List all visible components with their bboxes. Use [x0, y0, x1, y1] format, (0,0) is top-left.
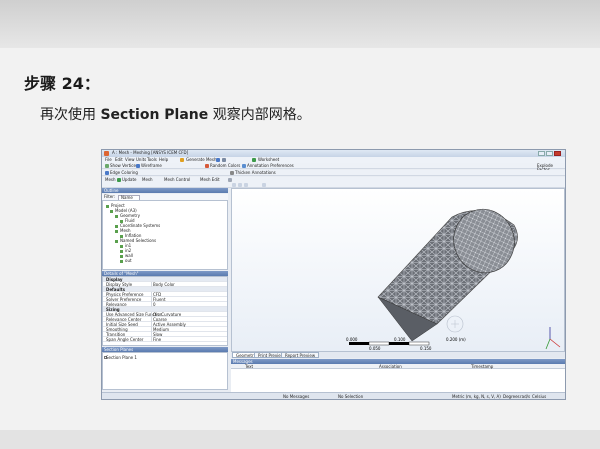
view-tool-icon[interactable]: [238, 183, 242, 187]
menu-units[interactable]: Units: [136, 158, 146, 162]
outline-title: Outline: [104, 188, 119, 193]
selection-icon: [120, 244, 123, 248]
status-bar: No Messages No Selection Metric (m, kg, …: [102, 392, 565, 399]
instruction-text-end: 观察内部网格。: [208, 107, 311, 123]
worksheet-button[interactable]: Worksheet: [258, 158, 279, 162]
meshing-app-window: A : Mesh - Meshing [ANSYS ICEM CFD] File…: [101, 149, 566, 400]
annotation-preferences-button[interactable]: Annotation Preferences: [247, 164, 294, 168]
menu-help[interactable]: Help: [159, 158, 168, 162]
messages-list[interactable]: [231, 369, 565, 392]
wireframe-button[interactable]: Wireframe: [141, 164, 162, 168]
outline-tree: Project Model (A3) Geometry Fluid Coordi…: [102, 200, 228, 270]
close-button[interactable]: [554, 151, 561, 156]
mesh-model-view: 0.000 0.100 0.200 (m) 0.050 0.150: [346, 208, 561, 351]
view-tool-icon[interactable]: [232, 183, 236, 187]
scale-tick: 0.050: [369, 346, 381, 351]
toolbar-display: Show Vertices Wireframe Random Colors An…: [102, 163, 565, 172]
column-divider: [151, 337, 152, 342]
step-heading: 步骤 24：: [24, 74, 100, 93]
random-colors-icon: [205, 164, 209, 168]
print-icon[interactable]: [222, 158, 226, 162]
status-messages[interactable]: No Messages: [283, 395, 309, 399]
details-grid: Display Display Style Body Color Defaults…: [102, 276, 228, 346]
menu-view[interactable]: View: [125, 158, 135, 162]
scale-tick: 0.150: [420, 346, 432, 351]
toolbar-edges: Edge Coloring Thicken Annotations: [102, 170, 565, 176]
status-angle-units: Degrees: [503, 394, 520, 399]
filter-label: Filter:: [104, 194, 116, 199]
title-bar: A : Mesh - Meshing [ANSYS ICEM CFD]: [102, 150, 565, 157]
section-plane-item[interactable]: Section Plane 1: [106, 356, 137, 360]
graphics-viewport[interactable]: 0.000 0.100 0.200 (m) 0.050 0.150: [231, 188, 565, 352]
status-rate-units: rad/s: [520, 394, 531, 399]
maximize-button[interactable]: [546, 151, 553, 156]
generate-mesh-icon: [180, 158, 184, 162]
thicken-annotations-button[interactable]: Thicken Annotations: [235, 171, 276, 175]
minimize-button[interactable]: [538, 151, 545, 156]
camera-icon[interactable]: [216, 158, 220, 162]
menu-file[interactable]: File: [105, 158, 112, 162]
crosshair-icon: [451, 320, 459, 328]
selection-icon: [120, 259, 123, 263]
coordinate-icon: [115, 224, 118, 228]
step-instruction: 再次使用 Section Plane 观察内部网格。: [40, 104, 311, 124]
view-tool-icon[interactable]: [262, 183, 266, 187]
random-colors-button[interactable]: Random Colors: [210, 164, 240, 168]
app-icon: [104, 151, 109, 156]
details-key: Span Angle Center: [106, 337, 144, 342]
tab-report-preview[interactable]: Report Preview: [281, 352, 320, 358]
status-selection: No Selection: [338, 394, 364, 399]
status-temp-units: Celsius: [532, 394, 547, 399]
wireframe-icon: [136, 164, 140, 168]
menu-tools[interactable]: Tools: [147, 158, 157, 162]
instruction-text-start: 再次使用: [40, 107, 101, 123]
annotation-icon: [242, 164, 246, 168]
project-icon: [106, 204, 109, 208]
show-vertices-button[interactable]: Show Vertices: [110, 164, 138, 168]
show-vertices-icon: [105, 164, 109, 168]
selection-icon: [120, 254, 123, 258]
scale-bar: 0.000 0.100 0.200 (m) 0.050 0.150: [346, 337, 466, 351]
view-tool-icon[interactable]: [244, 183, 248, 187]
details-row[interactable]: Span Angle Center Fine: [103, 337, 227, 342]
outline-panel-header: Outline: [102, 188, 228, 193]
menu-edit[interactable]: Edit: [115, 158, 123, 162]
slide-top-band: [0, 0, 600, 48]
scale-tick: 0.000: [346, 337, 358, 342]
section-planes-list: Section Plane 1: [102, 352, 228, 390]
triad-icon: [545, 327, 561, 350]
selection-icon: [120, 249, 123, 253]
worksheet-icon: [252, 158, 256, 162]
mesh-icon: [115, 229, 118, 233]
generate-mesh-button[interactable]: Generate Mesh: [186, 158, 216, 162]
status-units: Metric (m, kg, N, s, V, A): [452, 394, 501, 399]
tree-node-out[interactable]: out: [120, 259, 132, 263]
window-title: A : Mesh - Meshing [ANSYS ICEM CFD]: [112, 150, 189, 155]
scale-tick: 0.100: [394, 337, 406, 342]
tree-node-named-selections[interactable]: Named Selections: [115, 239, 156, 243]
view-tabs: Geometry Print Preview Report Preview: [231, 352, 565, 358]
edge-coloring-icon: [105, 171, 109, 175]
model-icon: [110, 209, 113, 213]
scale-tick: 0.200 (m): [446, 337, 466, 342]
named-selection-icon: [115, 239, 118, 243]
geometry-icon: [115, 214, 118, 218]
tree-label: out: [125, 258, 132, 263]
thicken-icon: [230, 171, 234, 175]
slide-bottom-band: [0, 430, 600, 449]
instruction-text-bold: Section Plane: [100, 107, 209, 123]
details-value: Fine: [153, 337, 162, 342]
edge-coloring-button[interactable]: Edge Coloring: [110, 171, 138, 175]
